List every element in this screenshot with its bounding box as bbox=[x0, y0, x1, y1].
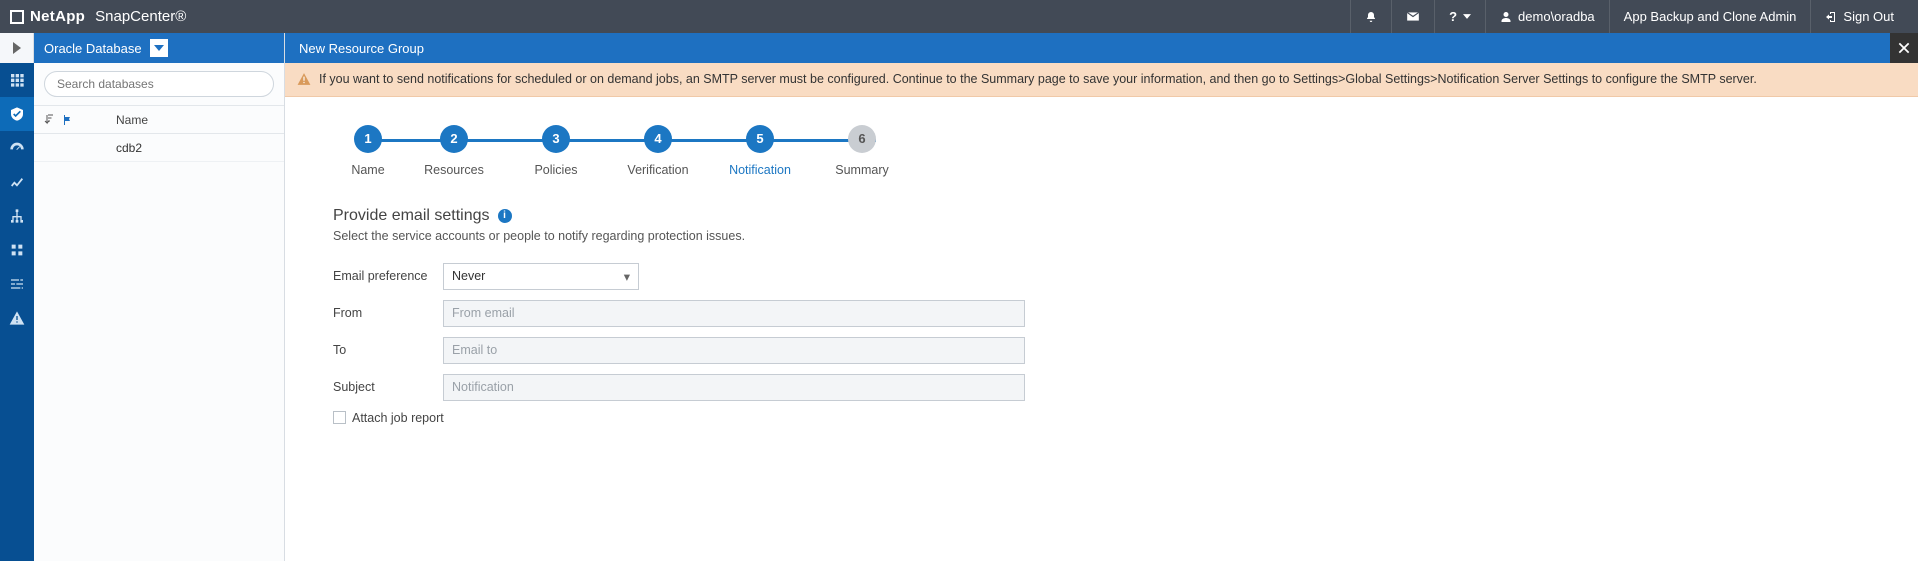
role-text: App Backup and Clone Admin bbox=[1624, 9, 1797, 24]
gauge-icon bbox=[9, 140, 25, 156]
notification-form: Provide email settings i Select the serv… bbox=[285, 183, 1345, 425]
nav-alerts[interactable] bbox=[0, 301, 34, 335]
expand-nav-button[interactable] bbox=[0, 33, 34, 63]
notifications-button[interactable] bbox=[1350, 0, 1391, 33]
row-to: To bbox=[333, 337, 1345, 364]
mail-icon bbox=[1406, 11, 1420, 22]
chevron-down-icon bbox=[1463, 14, 1471, 19]
help-icon: ? bbox=[1449, 9, 1457, 24]
help-menu[interactable]: ? bbox=[1434, 0, 1485, 33]
email-preference-select[interactable]: Never ▾ bbox=[443, 263, 639, 290]
sort-icon[interactable] bbox=[44, 114, 56, 126]
attach-report-label: Attach job report bbox=[352, 411, 444, 425]
to-input bbox=[443, 337, 1025, 364]
plugin-selector: Oracle Database bbox=[34, 33, 284, 63]
plugin-name: Oracle Database bbox=[44, 41, 142, 56]
warning-icon bbox=[297, 72, 311, 91]
alert-triangle-icon bbox=[9, 310, 25, 326]
row-from: From bbox=[333, 300, 1345, 327]
step-verification[interactable]: 4 Verification bbox=[607, 125, 709, 177]
nav-settings[interactable] bbox=[0, 267, 34, 301]
label-to: To bbox=[333, 343, 443, 357]
nav-dashboard[interactable] bbox=[0, 63, 34, 97]
brand-product: SnapCenter® bbox=[95, 8, 186, 25]
row-subject: Subject bbox=[333, 374, 1345, 401]
netapp-logo-icon bbox=[10, 10, 24, 24]
form-title: Provide email settings bbox=[333, 207, 490, 225]
top-bar: NetApp SnapCenter® ? demo\oradba App Bac… bbox=[0, 0, 1918, 33]
info-icon[interactable]: i bbox=[498, 209, 512, 223]
step-resources[interactable]: 2 Resources bbox=[403, 125, 505, 177]
nav-resources[interactable] bbox=[0, 97, 34, 131]
user-menu[interactable]: demo\oradba bbox=[1485, 0, 1609, 33]
attach-report-checkbox[interactable] bbox=[333, 411, 346, 424]
page-title: New Resource Group bbox=[299, 41, 424, 56]
col-name[interactable]: Name bbox=[108, 113, 284, 127]
page-header: New Resource Group bbox=[285, 33, 1918, 63]
brand: NetApp SnapCenter® bbox=[10, 8, 186, 25]
resource-panel: Oracle Database Name cdb2 bbox=[34, 33, 285, 561]
subject-input bbox=[443, 374, 1025, 401]
chart-line-icon bbox=[9, 174, 25, 190]
chevron-right-icon bbox=[13, 42, 21, 54]
brand-company: NetApp bbox=[30, 8, 85, 25]
user-name: demo\oradba bbox=[1518, 9, 1595, 24]
label-email-preference: Email preference bbox=[333, 269, 443, 283]
topbar-right: ? demo\oradba App Backup and Clone Admin… bbox=[1350, 0, 1908, 33]
warning-text: If you want to send notifications for sc… bbox=[319, 72, 1757, 86]
row-name: cdb2 bbox=[108, 141, 284, 155]
warning-banner: If you want to send notifications for sc… bbox=[285, 63, 1918, 97]
row-email-preference: Email preference Never ▾ bbox=[333, 263, 1345, 290]
plugin-dropdown-button[interactable] bbox=[150, 39, 168, 57]
user-icon bbox=[1500, 11, 1512, 23]
messages-button[interactable] bbox=[1391, 0, 1434, 33]
search-input[interactable] bbox=[57, 77, 261, 91]
stack-icon bbox=[9, 242, 25, 258]
sliders-icon bbox=[9, 276, 25, 292]
shield-check-icon bbox=[9, 106, 25, 122]
signout-button[interactable]: Sign Out bbox=[1810, 0, 1908, 33]
signout-icon bbox=[1825, 11, 1837, 23]
sitemap-icon bbox=[9, 208, 25, 224]
nav-rail bbox=[0, 33, 34, 561]
email-preference-value: Never bbox=[452, 269, 485, 283]
step-policies[interactable]: 3 Policies bbox=[505, 125, 607, 177]
resource-table-header: Name bbox=[34, 106, 284, 134]
table-row[interactable]: cdb2 bbox=[34, 134, 284, 162]
bell-icon bbox=[1365, 10, 1377, 24]
step-summary[interactable]: 6 Summary bbox=[811, 125, 913, 177]
nav-monitor[interactable] bbox=[0, 131, 34, 165]
form-title-row: Provide email settings i bbox=[333, 207, 1345, 225]
from-input bbox=[443, 300, 1025, 327]
nav-storage[interactable] bbox=[0, 233, 34, 267]
search-field[interactable] bbox=[44, 71, 274, 97]
close-button[interactable] bbox=[1890, 33, 1918, 63]
role-label[interactable]: App Backup and Clone Admin bbox=[1609, 0, 1811, 33]
signout-label: Sign Out bbox=[1843, 9, 1894, 24]
main-pane: New Resource Group If you want to send n… bbox=[285, 33, 1918, 561]
flag-icon[interactable] bbox=[62, 114, 74, 126]
close-icon bbox=[1897, 41, 1911, 55]
nav-hosts[interactable] bbox=[0, 199, 34, 233]
wizard-steps: 1 Name 2 Resources 3 Policies 4 Verifica… bbox=[285, 97, 1918, 183]
nav-reports[interactable] bbox=[0, 165, 34, 199]
row-attach-report: Attach job report bbox=[333, 411, 1345, 425]
caret-down-icon: ▾ bbox=[624, 269, 630, 284]
grid-icon bbox=[9, 72, 25, 88]
step-notification[interactable]: 5 Notification bbox=[709, 125, 811, 177]
label-from: From bbox=[333, 306, 443, 320]
label-subject: Subject bbox=[333, 380, 443, 394]
step-name[interactable]: 1 Name bbox=[333, 125, 403, 177]
caret-down-icon bbox=[154, 45, 164, 51]
search-wrap bbox=[34, 63, 284, 106]
form-subtitle: Select the service accounts or people to… bbox=[333, 229, 1345, 243]
